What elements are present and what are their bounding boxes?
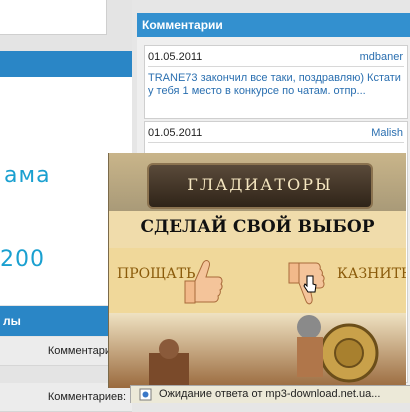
logo-fragment-top: ама [4, 163, 51, 188]
comment-card: 01.05.2011 mdbaner TRANE73 закончил все … [144, 45, 408, 119]
left-section-header [0, 51, 132, 77]
comment-date: 01.05.2011 [148, 51, 203, 63]
divider [148, 66, 404, 67]
gladiators-ad-banner[interactable]: ГЛАДИАТОРЫ СДЕЛАЙ СВОЙ ВЫБОР ПРОЩАТЬ КАЗ… [108, 153, 406, 388]
hand-cursor-icon [303, 275, 317, 293]
browser-status-bar: Ожидание ответа от mp3-download.net.ua..… [130, 385, 410, 403]
gladiator-scene [109, 313, 406, 388]
page-loading-icon [139, 388, 152, 401]
status-text: Ожидание ответа от mp3-download.net.ua..… [159, 388, 381, 400]
comment-author-link[interactable]: mdbaner [360, 51, 403, 63]
comment-count-label: Комментариев: [47, 391, 126, 403]
logo-fragment-bottom: 200 [0, 247, 45, 272]
top-panel [0, 0, 107, 35]
execute-option[interactable]: КАЗНИТЬ [337, 266, 406, 282]
comments-title: Комментарии [142, 18, 223, 32]
comment-date: 01.05.2011 [148, 127, 203, 139]
left-section-title: лы [3, 314, 21, 328]
comment-author-link[interactable]: Malish [371, 127, 403, 139]
banner-title-plaque: ГЛАДИАТОРЫ [147, 163, 373, 209]
banner-slogan: СДЕЛАЙ СВОЙ ВЫБОР [140, 217, 375, 237]
thumbs-up-icon[interactable] [179, 257, 225, 307]
divider [148, 142, 404, 143]
comment-text-link[interactable]: TRANE73 закончил все таки, поздравляю) К… [148, 72, 401, 98]
gladiator-figures-icon [149, 315, 379, 388]
comments-header: Комментарии [137, 13, 410, 37]
banner-title: ГЛАДИАТОРЫ [187, 175, 333, 194]
